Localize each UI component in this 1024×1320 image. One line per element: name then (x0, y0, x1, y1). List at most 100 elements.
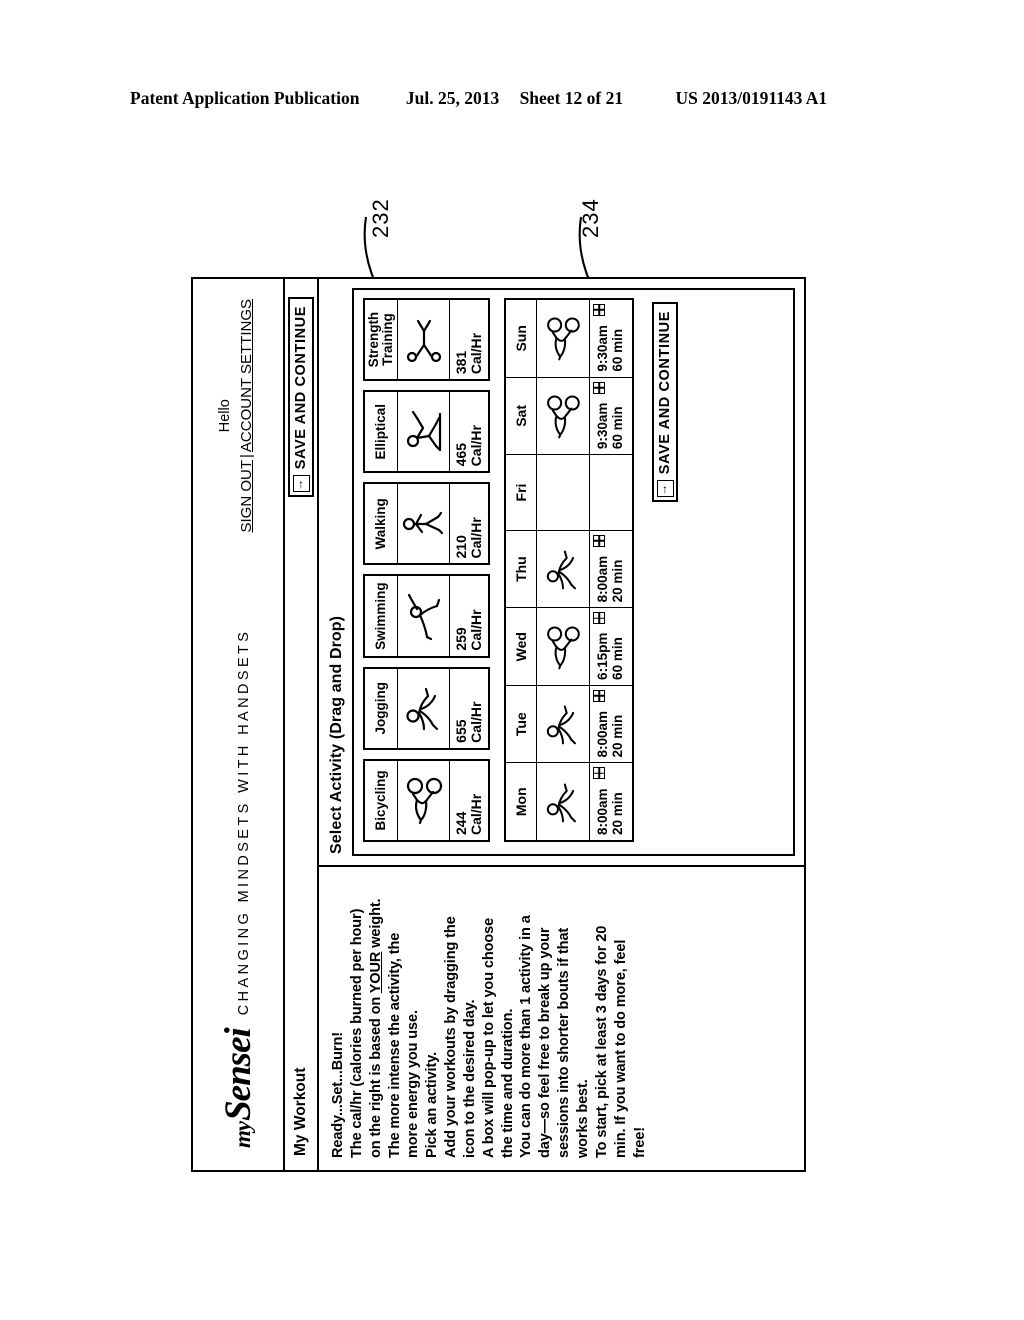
instruction-line: Pick an activity. (424, 1051, 441, 1158)
calories-unit: Cal/Hr (468, 701, 484, 743)
schedule-detail-mon[interactable]: 8:00am 20 min (589, 762, 633, 841)
schedule-duration: 60 min (610, 406, 625, 450)
activity-calories: 381 Cal/Hr (450, 300, 488, 379)
expand-icon[interactable] (593, 304, 605, 316)
arrow-right-icon: ↑ (656, 480, 674, 498)
activity-card-swimming[interactable]: Swimming 259 Cal/Hr (363, 574, 490, 658)
instruction-line: Add your workouts by dragging the (443, 916, 460, 1158)
save-and-continue-button-bottom[interactable]: ↑ SAVE AND CONTINUE (652, 302, 678, 503)
activity-card-bicycling[interactable]: Bicycling 244 Cal/Hr (363, 758, 490, 842)
day-header-fri: Fri (505, 454, 537, 531)
instruction-line-with-underline: on the right is based on YOUR weight. (367, 898, 384, 1158)
schedule-detail-fri[interactable] (589, 454, 633, 531)
schedule-cell-wed[interactable] (536, 607, 590, 686)
instruction-line: free! (631, 1127, 648, 1158)
underlined-your: YOUR (367, 951, 384, 994)
sign-out-link[interactable]: SIGN OUT (238, 460, 255, 533)
logo-tagline: CHANGING MINDSETS WITH HANDSETS (236, 628, 252, 1016)
logo-sensei-text: Sensei (218, 1028, 259, 1121)
schedule-duration: 60 min (610, 328, 625, 372)
strength-training-icon[interactable] (398, 299, 450, 380)
activity-calories: 465 Cal/Hr (450, 392, 488, 471)
schedule-cell-thu[interactable] (536, 530, 590, 608)
activity-card-walking[interactable]: Walking 210 Cal/Hr (363, 482, 490, 566)
calories-value: 244 (453, 811, 470, 835)
save-and-continue-label-bottom: SAVE AND CONTINUE (657, 311, 673, 475)
schedule-cell-sun[interactable] (536, 299, 590, 378)
calories-value: 655 (453, 719, 470, 743)
instruction-line: You can do more than 1 activity in a (518, 915, 535, 1158)
patent-number: US 2013/0191143 A1 (675, 88, 828, 108)
expand-icon[interactable] (593, 381, 605, 394)
activity-calories: 210 Cal/Hr (450, 484, 488, 563)
schedule-cell-mon[interactable] (536, 762, 590, 841)
day-header-sat: Sat (505, 377, 537, 455)
activity-card-elliptical[interactable]: Elliptical 465 Cal/Hr (363, 390, 490, 474)
schedule-time: 9:30am (595, 325, 611, 372)
arrow-glyph: ↑ (298, 476, 304, 491)
instruction-line: min. If you want to do more, feel (612, 939, 629, 1158)
expand-icon[interactable] (593, 612, 605, 625)
expand-icon[interactable] (593, 534, 605, 547)
jogging-icon[interactable] (398, 668, 450, 748)
nav-item-my-workout[interactable]: My Workout (292, 1068, 310, 1156)
schedule-duration: 20 min (610, 559, 625, 603)
save-and-continue-button-top[interactable]: ↑ SAVE AND CONTINUE (288, 297, 314, 498)
greeting-text: Hello (217, 399, 233, 433)
calories-value: 210 (453, 535, 470, 559)
arrow-glyph: ↑ (662, 481, 668, 496)
activity-name: Elliptical (365, 392, 398, 472)
day-header-sun: Sun (505, 299, 537, 378)
instruction-line: works best. (574, 1079, 591, 1158)
calories-unit: Cal/Hr (468, 332, 484, 375)
schedule-cell-fri[interactable] (536, 454, 590, 531)
day-header-mon: Mon (505, 762, 537, 841)
schedule-detail-sat[interactable]: 9:30am 60 min (589, 377, 633, 455)
activity-calories: 655 Cal/Hr (450, 669, 488, 748)
save-and-continue-button-top-wrapper: ↑ SAVE AND CONTINUE (288, 297, 314, 498)
activity-card-strength-training[interactable]: Strength Training 381 Cal/Hr (363, 297, 490, 382)
schedule-detail-wed[interactable]: 6:15pm 60 min (589, 607, 633, 686)
swimming-icon[interactable] (398, 576, 450, 656)
schedule-time: 9:30am (595, 402, 611, 450)
walking-icon[interactable] (398, 484, 450, 564)
logo[interactable]: my Sensei CHANGING MINDSETS WITH HANDSET… (217, 629, 260, 1148)
account-settings-link[interactable]: ACCOUNT SETTINGS (238, 299, 255, 452)
activity-name: Strength Training (365, 299, 398, 380)
bicycling-icon[interactable] (398, 760, 450, 840)
schedule-time: 6:15pm (595, 632, 611, 680)
expand-icon[interactable] (593, 767, 605, 780)
schedule-time: 8:00am (595, 710, 611, 758)
schedule-duration: 20 min (610, 714, 625, 758)
expand-icon[interactable] (593, 689, 605, 702)
day-header-wed: Wed (505, 607, 537, 686)
publication-label: Patent Application Publication (130, 88, 360, 108)
instruction-line: the time and duration. (499, 1008, 516, 1158)
schedule-duration: 20 min (610, 792, 625, 835)
instruction-line: more energy you use. (405, 1010, 422, 1158)
schedule-detail-sun[interactable]: 9:30am 60 min (589, 299, 633, 378)
account-block: Hello SIGN OUT | ACCOUNT SETTINGS (215, 299, 258, 533)
schedule-detail-tue[interactable]: 8:00am 20 min (589, 685, 633, 763)
week-day-header-row: Mon Tue Wed Thu Fri Sat Sun (505, 299, 537, 841)
activity-calories: 244 Cal/Hr (450, 761, 488, 840)
activity-panel-frame: Bicycling 244 Cal/Hr Jogging 655 Cal/Hr … (352, 288, 795, 856)
workspace: Select Activity (Drag and Drop) Bicyclin… (319, 279, 804, 865)
save-and-continue-label-top: SAVE AND CONTINUE (293, 306, 309, 470)
elliptical-icon[interactable] (398, 392, 450, 472)
schedule-detail-thu[interactable]: 8:00am 20 min (589, 530, 633, 608)
schedule-cell-tue[interactable] (536, 685, 590, 763)
logo-my-text: my (230, 1121, 255, 1148)
application-window: my Sensei CHANGING MINDSETS WITH HANDSET… (191, 277, 806, 1172)
calories-value: 465 (453, 442, 470, 467)
calories-value: 381 (453, 350, 470, 375)
schedule-time: 8:00am (595, 788, 611, 835)
schedule-cell-sat[interactable] (536, 377, 590, 455)
activity-name: Walking (365, 484, 398, 564)
publication-date: Jul. 25, 2013 (405, 88, 500, 108)
calories-value: 259 (453, 627, 470, 651)
activity-card-jogging[interactable]: Jogging 655 Cal/Hr (363, 666, 490, 750)
select-activity-title: Select Activity (Drag and Drop) (328, 615, 345, 854)
day-header-tue: Tue (505, 685, 537, 763)
instruction-line: The cal/hr (calories burned per hour) (348, 908, 365, 1158)
